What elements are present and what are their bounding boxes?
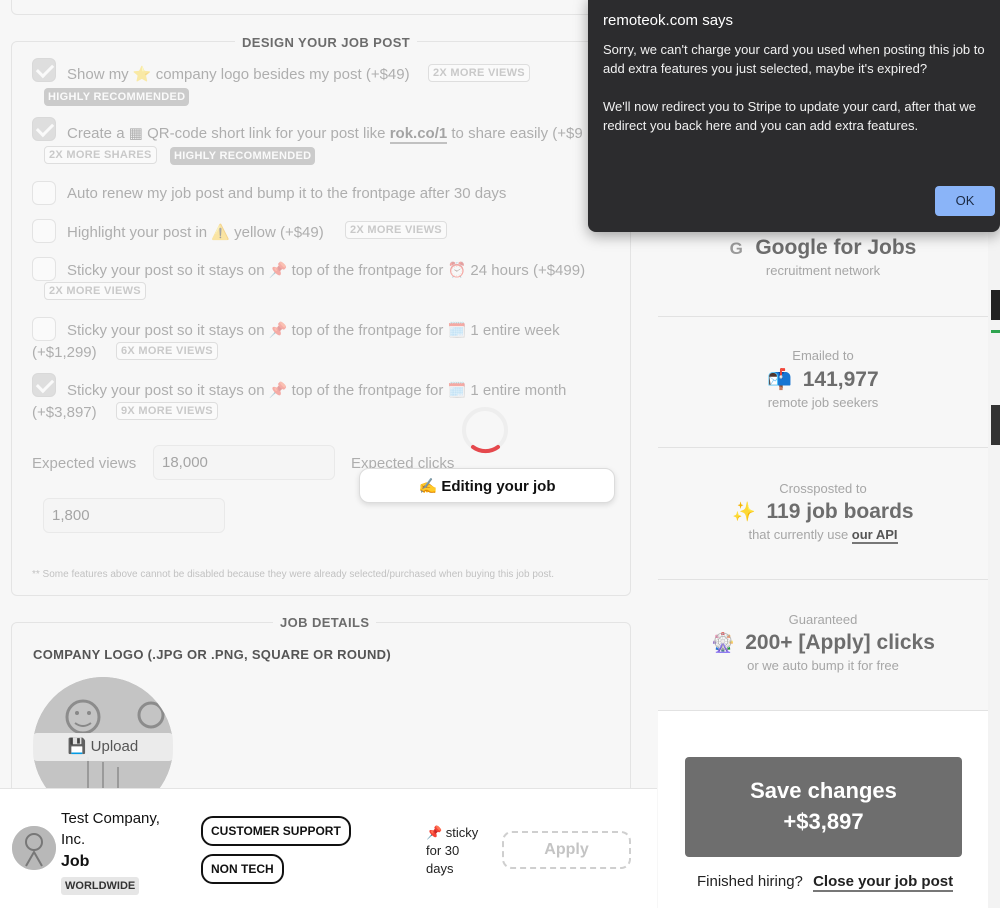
- badge-2x-shares: 2X MORE SHARES: [44, 146, 157, 164]
- close-job-post-link[interactable]: Close your job post: [813, 873, 954, 892]
- preview-job-title: Job: [61, 853, 90, 870]
- expected-views-label: Expected views: [32, 455, 137, 472]
- warning-icon: ⚠️: [211, 224, 230, 241]
- star-icon: ⭐: [132, 66, 152, 83]
- sticky-24h-checkbox[interactable]: [32, 257, 56, 281]
- logo-option-label: Show my ⭐ company logo besides my post (…: [67, 66, 410, 83]
- upload-button[interactable]: 💾 Upload: [33, 733, 173, 761]
- badge-highly-recommended: HIGHLY RECOMMENDED: [44, 88, 190, 106]
- sticky-week-price: (+$1,299): [32, 344, 97, 361]
- alert-message-2: We'll now redirect you to Stripe to upda…: [603, 99, 976, 133]
- badge-highly-recommended-2: HIGHLY RECOMMENDED: [170, 147, 316, 165]
- mailbox-icon: 📬: [767, 369, 793, 391]
- avatar-doodle: [12, 826, 56, 870]
- sticky-24h-label: Sticky your post so it stays on 📌 top of…: [67, 262, 586, 279]
- google-icon: G: [729, 239, 743, 258]
- qr-code-icon: ▦: [128, 125, 143, 142]
- alarm-clock-icon: ⏰: [447, 262, 467, 279]
- previous-section: [11, 0, 631, 15]
- tag-customer-support[interactable]: CUSTOMER SUPPORT: [201, 816, 351, 846]
- alert-dialog: remoteok.com says Sorry, we can't charge…: [588, 0, 1000, 232]
- sticky-week-label: Sticky your post so it stays on 📌 top of…: [67, 322, 560, 339]
- emailed-box: Emailed to 📬 141,977 remote job seekers: [658, 316, 988, 447]
- google-jobs-box: G Google for Jobs recruitment network: [658, 222, 988, 316]
- expected-views-field[interactable]: 18,000: [153, 445, 335, 480]
- pushpin-icon: 📌: [268, 262, 288, 279]
- preview-location-badge: WORLDWIDE: [61, 877, 140, 895]
- design-section-legend: DESIGN YOUR JOB POST: [235, 35, 418, 50]
- alert-message-1: Sorry, we can't charge your card you use…: [603, 42, 985, 76]
- footnote: ** Some features above cannot be disable…: [32, 569, 555, 580]
- qr-checkbox[interactable]: [32, 117, 56, 141]
- highlight-label: Highlight your post in ⚠️ yellow (+$49): [67, 224, 324, 241]
- sticky-month-checkbox[interactable]: [32, 373, 56, 397]
- logo-checkbox[interactable]: [32, 58, 56, 82]
- sticky-note: 📌 sticky for 30 days: [426, 825, 479, 876]
- finished-hiring-row: Finished hiring? Close your job post: [697, 873, 954, 892]
- ferris-wheel-icon: 🎡: [711, 633, 735, 654]
- apply-button[interactable]: Apply: [502, 831, 631, 869]
- company-logo-label: COMPANY LOGO (.JPG OR .PNG, SQUARE OR RO…: [33, 647, 391, 662]
- pushpin-icon: 📌: [268, 322, 288, 339]
- alert-title: remoteok.com says: [603, 12, 734, 29]
- ok-button[interactable]: OK: [935, 186, 995, 216]
- calendar-icon: 🗓️: [447, 322, 467, 339]
- tag-non-tech[interactable]: NON TECH: [201, 854, 284, 884]
- guaranteed-box: Guaranteed 🎡 200+ [Apply] clicks or we a…: [658, 579, 988, 710]
- qr-option-label: Create a ▦ QR-code short link for your p…: [67, 125, 583, 144]
- auto-renew-label: Auto renew my job post and bump it to th…: [67, 185, 507, 202]
- auto-renew-checkbox[interactable]: [32, 181, 56, 205]
- preview-company: Test Company, Inc.: [61, 810, 160, 848]
- badge-9x-views: 9X MORE VIEWS: [116, 402, 218, 420]
- editing-toast: ✍️ Editing your job: [359, 468, 615, 503]
- our-api-link[interactable]: our API: [851, 527, 898, 544]
- expected-clicks-field[interactable]: 1,800: [43, 498, 225, 533]
- badge-2x-views: 2X MORE VIEWS: [428, 64, 530, 82]
- crossposted-box: Crossposted to ✨ 119 job boards that cur…: [658, 447, 988, 579]
- calendar-icon: 🗓️: [447, 382, 467, 399]
- save-changes-button[interactable]: Save changes +$3,897: [685, 757, 962, 857]
- highlight-checkbox[interactable]: [32, 219, 56, 243]
- loading-spinner-icon: [462, 407, 508, 454]
- sparkles-icon: ✨: [732, 502, 757, 523]
- preview-avatar: [12, 826, 56, 870]
- badge-6x-views: 6X MORE VIEWS: [116, 342, 218, 360]
- sticky-month-label: Sticky your post so it stays on 📌 top of…: [67, 382, 567, 399]
- short-link[interactable]: rok.co/1: [389, 125, 448, 144]
- job-details-legend: JOB DETAILS: [273, 615, 377, 630]
- sticky-week-checkbox[interactable]: [32, 317, 56, 341]
- sticky-month-price: (+$3,897): [32, 404, 97, 421]
- pushpin-icon: 📌: [268, 382, 288, 399]
- badge-2x-views-sticky: 2X MORE VIEWS: [44, 282, 146, 300]
- badge-2x-views-highlight: 2X MORE VIEWS: [345, 221, 447, 239]
